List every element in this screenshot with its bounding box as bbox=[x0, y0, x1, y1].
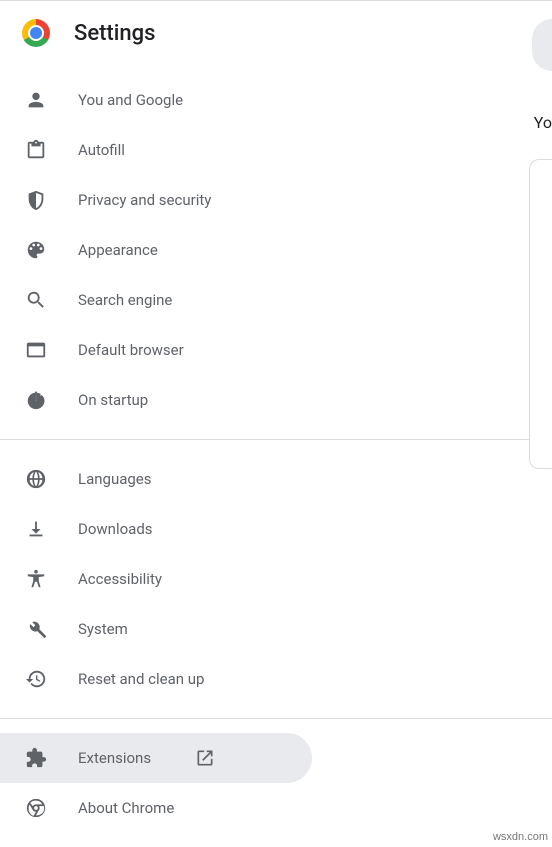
settings-sidebar: You and Google Autofill Privacy and secu… bbox=[0, 65, 552, 833]
sidebar-item-label: Search engine bbox=[78, 291, 172, 309]
sidebar-item-label: Reset and clean up bbox=[78, 670, 204, 688]
watermark: wsxdn.com bbox=[493, 831, 548, 843]
person-icon bbox=[24, 88, 48, 112]
puzzle-icon bbox=[24, 746, 48, 770]
content-peek-text: Yo bbox=[534, 113, 552, 132]
content-card-peek bbox=[529, 159, 552, 469]
clipboard-icon bbox=[24, 138, 48, 162]
page-title: Settings bbox=[74, 21, 155, 46]
sidebar-item-label: About Chrome bbox=[78, 799, 174, 817]
sidebar-item-label: System bbox=[78, 620, 128, 638]
sidebar-item-languages[interactable]: Languages bbox=[0, 454, 312, 504]
wrench-icon bbox=[24, 617, 48, 641]
sidebar-divider bbox=[0, 718, 552, 719]
chrome-logo-icon bbox=[22, 19, 50, 47]
sidebar-item-appearance[interactable]: Appearance bbox=[0, 225, 312, 275]
sidebar-item-reset-and-clean-up[interactable]: Reset and clean up bbox=[0, 654, 312, 704]
window-icon bbox=[24, 338, 48, 362]
sidebar-item-label: Languages bbox=[78, 470, 152, 488]
shield-icon bbox=[24, 188, 48, 212]
sidebar-item-privacy-and-security[interactable]: Privacy and security bbox=[0, 175, 312, 225]
sidebar-item-extensions[interactable]: Extensions bbox=[0, 733, 312, 783]
sidebar-item-label: Default browser bbox=[78, 341, 184, 359]
open-in-new-icon bbox=[195, 748, 215, 768]
sidebar-item-label: You and Google bbox=[78, 91, 183, 109]
accessibility-icon bbox=[24, 567, 48, 591]
settings-header: Settings bbox=[0, 1, 552, 65]
sidebar-item-on-startup[interactable]: On startup bbox=[0, 375, 312, 425]
search-icon bbox=[24, 288, 48, 312]
sidebar-item-accessibility[interactable]: Accessibility bbox=[0, 554, 312, 604]
sidebar-item-system[interactable]: System bbox=[0, 604, 312, 654]
sidebar-item-search-engine[interactable]: Search engine bbox=[0, 275, 312, 325]
power-icon bbox=[24, 388, 48, 412]
sidebar-item-label: Downloads bbox=[78, 520, 153, 538]
sidebar-item-about-chrome[interactable]: About Chrome bbox=[0, 783, 312, 833]
chrome-outline-icon bbox=[24, 796, 48, 820]
sidebar-item-you-and-google[interactable]: You and Google bbox=[0, 75, 312, 125]
sidebar-item-label: Autofill bbox=[78, 141, 125, 159]
palette-icon bbox=[24, 238, 48, 262]
sidebar-item-label: Appearance bbox=[78, 241, 158, 259]
sidebar-item-label: Extensions bbox=[78, 749, 151, 767]
sidebar-item-downloads[interactable]: Downloads bbox=[0, 504, 312, 554]
globe-icon bbox=[24, 467, 48, 491]
sidebar-divider bbox=[0, 439, 552, 440]
sidebar-item-default-browser[interactable]: Default browser bbox=[0, 325, 312, 375]
sidebar-item-label: On startup bbox=[78, 391, 148, 409]
restore-icon bbox=[24, 667, 48, 691]
download-icon bbox=[24, 517, 48, 541]
sidebar-item-label: Privacy and security bbox=[78, 191, 211, 209]
sidebar-item-autofill[interactable]: Autofill bbox=[0, 125, 312, 175]
sidebar-item-label: Accessibility bbox=[78, 570, 162, 588]
